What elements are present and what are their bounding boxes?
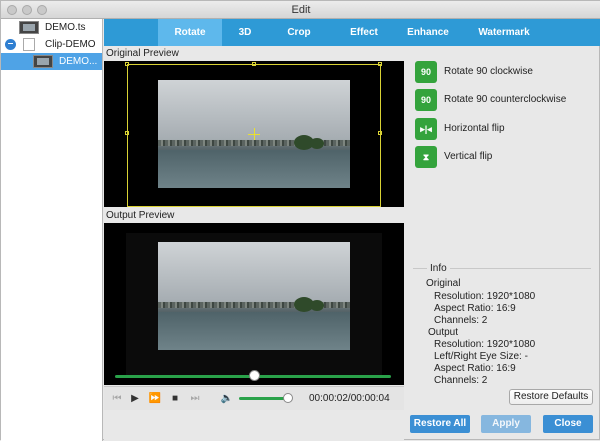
frame-handle[interactable] — [252, 62, 256, 66]
output-preview-label: Output Preview — [106, 210, 175, 221]
output-preview — [104, 223, 404, 385]
edit-tab-bar: Rotate 3D Crop Effect Enhance Watermark — [104, 19, 600, 46]
original-preview-label: Original Preview — [106, 48, 179, 59]
tab-watermark[interactable]: Watermark — [469, 19, 539, 46]
info-output-channels: Channels: 2 — [434, 375, 488, 386]
close-window-icon[interactable] — [7, 5, 17, 15]
action-label: Vertical flip — [444, 151, 493, 162]
restore-defaults-button[interactable]: Restore Defaults — [509, 389, 593, 405]
original-preview — [104, 61, 404, 207]
tree-item-label: DEMO.ts — [45, 22, 86, 33]
action-label: Horizontal flip — [444, 123, 505, 134]
skip-forward-icon[interactable]: ⏭ — [188, 391, 202, 407]
file-tree-sidebar: DEMO.ts – Clip-DEMO DEMO... — [1, 19, 103, 441]
action-label: Rotate 90 counterclockwise — [444, 94, 567, 105]
volume-handle[interactable] — [283, 393, 293, 403]
info-output-resolution: Resolution: 1920*1080 — [434, 339, 536, 350]
zoom-window-icon[interactable] — [37, 5, 47, 15]
frame-handle[interactable] — [378, 62, 382, 66]
window-title: Edit — [291, 4, 311, 16]
bottom-strip — [104, 410, 404, 441]
edit-window: Edit DEMO.ts – Clip-DEMO DEMO... Rotate … — [0, 0, 600, 441]
rotate-counterclockwise-icon[interactable]: 90 — [415, 89, 437, 111]
minimize-window-icon[interactable] — [22, 5, 32, 15]
seek-handle[interactable] — [249, 370, 260, 381]
collapse-icon[interactable]: – — [5, 39, 16, 50]
title-bar: Edit — [1, 1, 600, 19]
clip-document-icon — [23, 38, 35, 51]
tree-item-clip[interactable]: – Clip-DEMO — [1, 36, 102, 53]
info-original-heading: Original — [426, 278, 461, 289]
info-title: Info — [427, 263, 450, 274]
tree-item-label: Clip-DEMO — [45, 39, 96, 50]
tree-item-label: DEMO... — [59, 56, 98, 67]
frame-handle[interactable] — [378, 131, 382, 135]
rotate-clockwise-icon[interactable]: 90 — [415, 61, 437, 83]
info-output-eye-size: Left/Right Eye Size: - — [434, 351, 528, 362]
info-output-heading: Output — [428, 327, 459, 338]
info-output-aspect-ratio: Aspect Ratio: 16:9 — [434, 363, 516, 374]
tab-enhance[interactable]: Enhance — [400, 19, 456, 46]
play-icon[interactable]: ▶ — [128, 391, 142, 407]
frame-handle[interactable] — [125, 131, 129, 135]
frame-handle[interactable] — [125, 62, 129, 66]
vertical-flip-icon[interactable]: ⧗ — [415, 146, 437, 168]
horizontal-flip-icon[interactable]: ▸|◂ — [415, 118, 437, 140]
center-crosshair-icon — [254, 128, 255, 140]
info-original-aspect-ratio: Aspect Ratio: 16:9 — [434, 303, 516, 314]
tab-effect[interactable]: Effect — [334, 19, 394, 46]
volume-slider[interactable] — [239, 397, 287, 400]
video-thumbnail-icon — [33, 55, 53, 68]
apply-button[interactable]: Apply — [481, 415, 531, 433]
video-thumbnail-icon — [19, 21, 39, 34]
volume-icon[interactable]: 🔈 — [220, 391, 234, 407]
timecode: 00:00:02/00:00:04 — [309, 393, 390, 404]
info-original-resolution: Resolution: 1920*1080 — [434, 291, 536, 302]
fast-forward-icon[interactable]: ⏩ — [148, 391, 162, 407]
info-original-channels: Channels: 2 — [434, 315, 488, 326]
tree-item-source[interactable]: DEMO.ts — [1, 19, 102, 36]
close-button[interactable]: Close — [543, 415, 593, 433]
output-preview-image — [158, 242, 350, 350]
restore-all-button[interactable]: Restore All — [410, 415, 470, 433]
tab-crop[interactable]: Crop — [276, 19, 322, 46]
action-label: Rotate 90 clockwise — [444, 66, 533, 77]
tab-rotate[interactable]: Rotate — [158, 19, 222, 46]
skip-back-icon[interactable]: ⏮ — [110, 391, 124, 407]
tab-3d[interactable]: 3D — [222, 19, 268, 46]
stop-icon[interactable]: ■ — [168, 391, 182, 407]
tree-item-selected-clip[interactable]: DEMO... — [1, 53, 102, 70]
